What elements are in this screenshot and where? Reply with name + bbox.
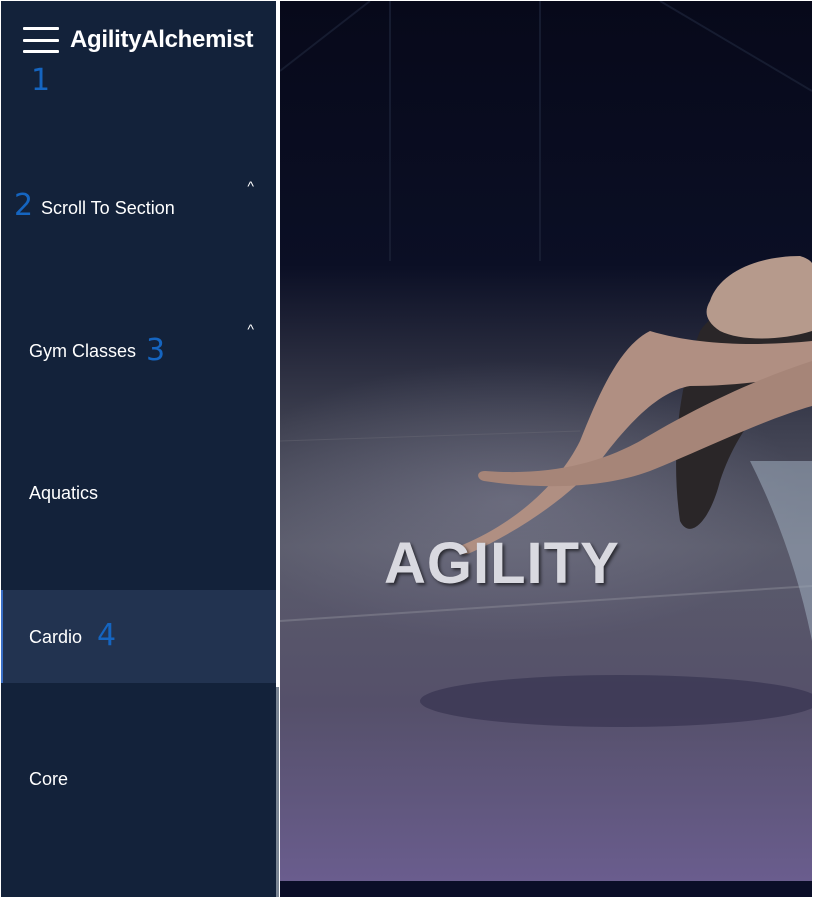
scrollbar-thumb[interactable] xyxy=(276,687,279,897)
sidebar-item-label: Core xyxy=(29,769,69,789)
sidebar-item-core[interactable]: Core xyxy=(1,747,276,807)
annotation-marker-1: 1 xyxy=(31,63,51,98)
sidebar: AgilityAlchemist 1 2 Scroll To Section ^… xyxy=(1,1,276,897)
sidebar-scrollbar[interactable] xyxy=(276,1,279,897)
annotation-marker-4: 4 xyxy=(97,618,117,653)
annotation-marker-3: 3 xyxy=(146,333,166,368)
brand-name: AgilityAlchemist xyxy=(70,26,254,53)
brand-header: AgilityAlchemist xyxy=(23,23,254,57)
app-frame: AgilityAlchemist 1 2 Scroll To Section ^… xyxy=(0,0,813,898)
chevron-up-icon[interactable]: ^ xyxy=(247,321,254,337)
sidebar-item-cardio[interactable]: Cardio 4 xyxy=(1,590,276,683)
hero-bottom-bar xyxy=(280,881,812,897)
sidebar-item-label: Cardio xyxy=(29,627,83,647)
menu-icon[interactable] xyxy=(23,27,59,53)
sidebar-item-label: Gym Classes xyxy=(29,341,137,361)
hero-photo xyxy=(280,1,812,727)
annotation-marker-2: 2 xyxy=(14,188,34,223)
sidebar-item-aquatics[interactable]: Aquatics xyxy=(1,461,276,521)
sidebar-item-scroll-to-section[interactable]: 2 Scroll To Section ^ xyxy=(1,176,276,236)
chevron-up-icon[interactable]: ^ xyxy=(247,178,254,194)
sidebar-item-label: Scroll To Section xyxy=(41,198,175,218)
sidebar-item-label: Aquatics xyxy=(29,483,99,503)
hero-image xyxy=(280,1,812,881)
hero-title: AGILITY xyxy=(384,531,620,596)
sidebar-item-gym-classes[interactable]: Gym Classes 3 ^ xyxy=(1,319,276,379)
